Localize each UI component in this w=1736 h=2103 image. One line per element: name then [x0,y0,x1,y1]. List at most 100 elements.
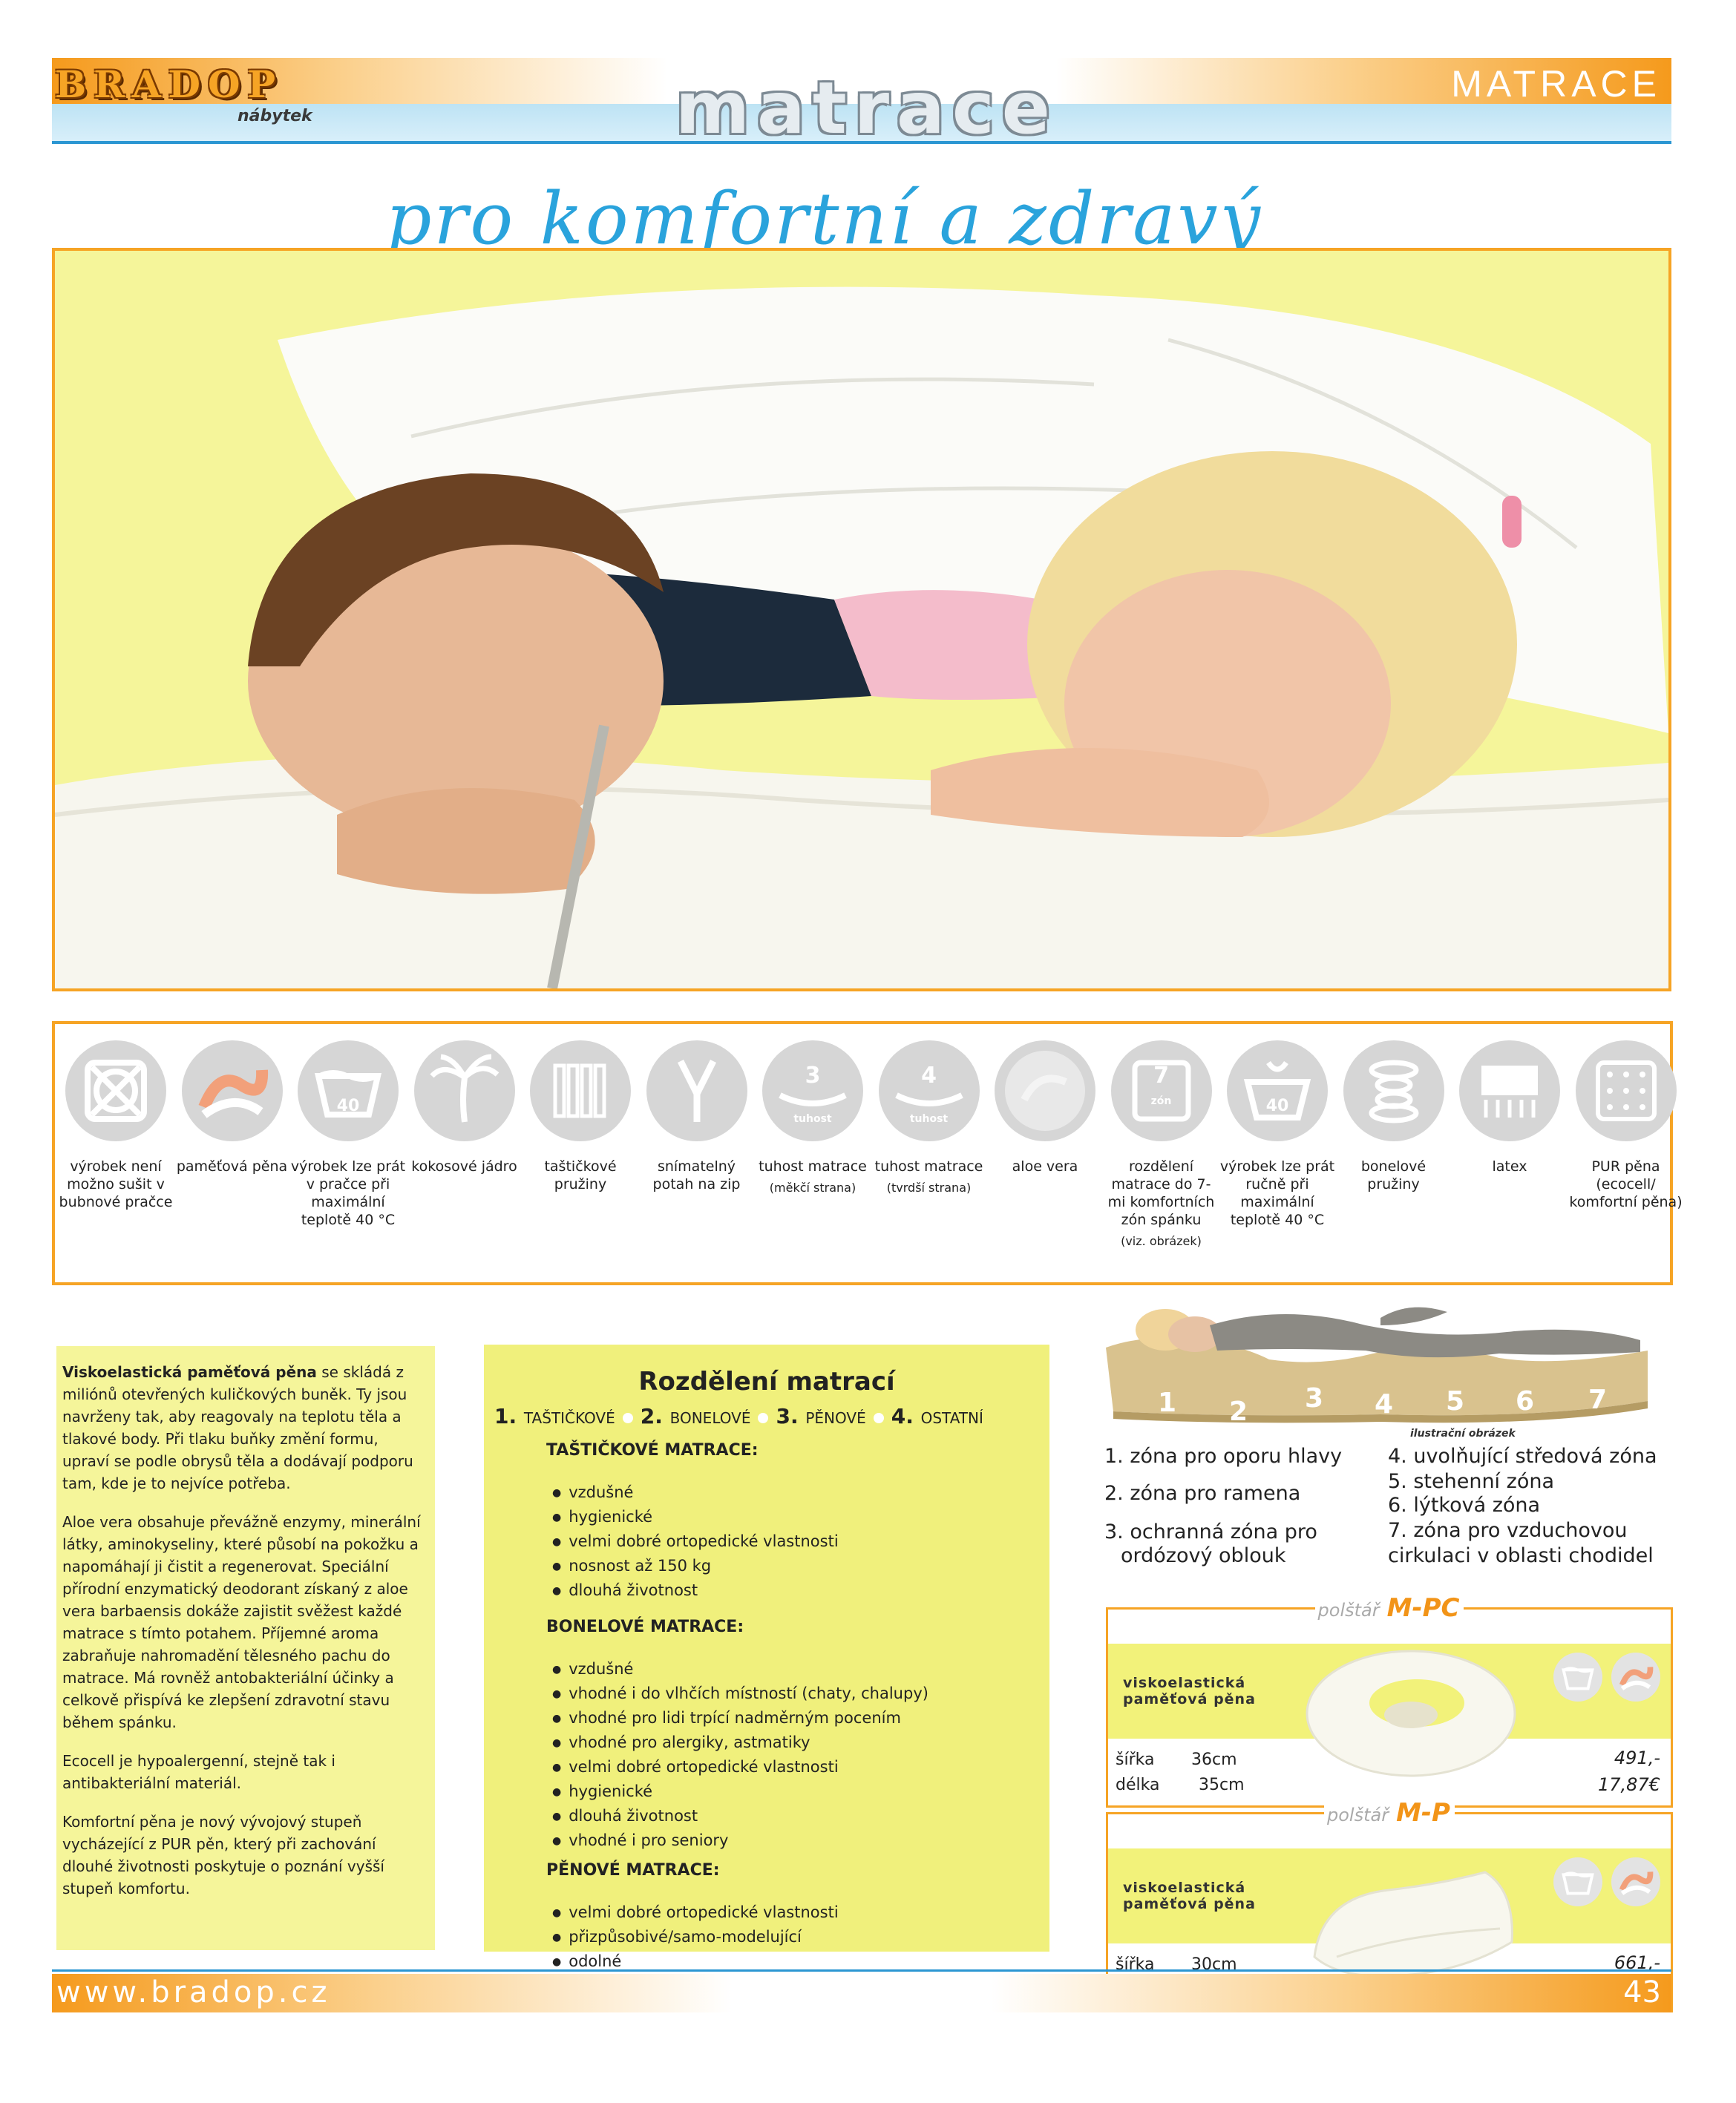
mattress-section-list: vzdušnévhodné i do vlhčích místností (ch… [552,1658,928,1854]
hand-wash-badge: 40 [1265,1097,1289,1115]
zone-description: ordózový oblouk [1121,1544,1286,1567]
pillow-price-eur: 17,87€ [1598,1774,1660,1795]
feature-label: aloe vera [1012,1158,1078,1175]
no-dryer-icon [65,1040,166,1141]
page-number: 43 [1623,1975,1661,2010]
feature-sublabel: (tvrdší strana) [886,1181,972,1195]
mattress-categories: 1. TAŠTIČKOVÉ 2. BONELOVÉ 3. PĚNOVÉ 4. OSTA… [494,1404,983,1428]
zones-7-badge: 7 [1153,1063,1169,1089]
feature-sublabel: (měkčí strana) [769,1181,856,1195]
zone-description: 6. lýtková zóna [1388,1494,1541,1517]
list-item: přizpůsobivé/samo-modelující [552,1926,839,1950]
category-name: BONELOVÉ [669,1409,751,1427]
category-name: OSTATNÍ [920,1409,983,1427]
category-separator [873,1413,884,1423]
feature-washable: 40 výrobek lze prát v pračce při maximáln… [290,1040,406,1229]
feature-zipper: snímatelný potah na zip [639,1040,755,1193]
feature-zones-7: 7 zón rozdělení matrace do 7-mi komfortníc… [1104,1040,1219,1250]
mattress-types-box: Rozdělení matrací 1. TAŠTIČKOVÉ 2. BONELO… [484,1345,1049,1995]
feature-pocket-springs: taštičkové pružiny [523,1040,638,1193]
zone-description: 7. zóna pro vzduchovou [1388,1519,1628,1542]
feature-memory-foam: paměťová pěna [174,1040,290,1175]
aloe-vera-icon [995,1040,1095,1141]
feature-label: výrobek není možno sušit v bubnové pračc… [59,1158,173,1210]
list-item: dlouhá životnost [552,1579,839,1604]
pillow-model: M-P [1392,1798,1455,1828]
list-item: velmi dobré ortopedické vlastnosti [552,1530,838,1555]
list-item: vhodné pro alergiky, astmatiky [552,1731,928,1756]
zone-description: 1. zóna pro oporu hlavy [1104,1445,1343,1468]
comfort-foam-paragraph: Komfortní pěna je nový vývojový stupeň v… [62,1813,384,1897]
bonnell-springs-icon [1343,1040,1444,1141]
zones-7-badge-sub: zón [1150,1095,1172,1107]
brand-logo-subtitle: nábytek [238,107,312,125]
hero-photo [52,248,1671,991]
pillow-model: M-PC [1382,1593,1464,1623]
memory-foam-text: se skládá z miliónů otevřených kuličkový… [62,1363,413,1492]
feature-latex: latex [1452,1040,1568,1175]
feature-palm-tree: kokosové jádro [407,1040,523,1175]
zone-number: 5 [1446,1386,1465,1417]
pur-foam-icon [1575,1040,1677,1141]
feature-no-dryer: výrobek není možno sušit v bubnové pračc… [58,1040,174,1211]
softness-4-badge: 4 [921,1063,937,1089]
pocket-springs-icon [530,1040,631,1141]
pillow-width-label: šířka [1116,1751,1155,1769]
zone-number: 1 [1158,1388,1177,1418]
category-name: TAŠTIČKOVÉ [523,1409,615,1427]
aloe-vera-paragraph: Aloe vera obsahuje převážně enzymy, mine… [62,1513,421,1731]
feature-pur-foam: PUR pěna (ecocell/ komfortní pěna) [1568,1040,1684,1211]
website-url[interactable]: www.bradop.cz [56,1975,331,2010]
zone-description: 3. ochranná zóna pro [1104,1520,1317,1543]
mattress-zones-illustration: 1 2 3 4 5 6 7 [1098,1296,1658,1427]
list-item: hygienické [552,1780,928,1805]
softness-4-icon: 4 tuhost [878,1040,980,1141]
softness-3-badge-sub: tuhost [793,1113,832,1125]
list-item: vzdušné [552,1481,839,1506]
zone-number: 7 [1588,1385,1608,1415]
category-separator [758,1413,769,1423]
memory-foam-icon [1611,1653,1660,1702]
palm-tree-icon [413,1040,515,1141]
mattress-section-heading: TAŠTIČKOVÉ MATRACE: [546,1441,759,1460]
page-big-title: matrace [675,67,1058,150]
mattress-section-heading: BONELOVÉ MATRACE: [546,1618,744,1636]
mattress-types-title: Rozdělení matrací [638,1367,895,1397]
feature-softness-4: 4 tuhost tuhost matrace (tvrdší strana) [871,1040,987,1196]
page-footer: www.bradop.cz 43 [52,1969,1671,2012]
feature-label: výrobek lze prát v pračce při maximální … [290,1158,406,1228]
memory-foam-paragraph: Viskoelastická paměťová pěna se skládá z… [56,1361,435,1495]
latex-icon [1459,1040,1560,1141]
pillow-card-m-pc[interactable]: polštář M-PC viskoelastická paměťová pěna ší… [1106,1593,1673,1808]
zone-number: 3 [1305,1383,1324,1414]
pillow-length-value: 35cm [1199,1776,1245,1794]
pillow-title: polštář M-PC [1108,1593,1671,1623]
feature-softness-3: 3 tuhost tuhost matrace (měkčí strana) [755,1040,871,1196]
softness-4-badge-sub: tuhost [909,1113,949,1125]
softness-3-icon: 3 tuhost [762,1040,863,1141]
zone-number: 6 [1516,1386,1535,1417]
pillow-word: polštář [1324,1805,1392,1825]
list-item: hygienické [552,1506,839,1530]
category-separator [622,1413,633,1423]
feature-label: latex [1492,1158,1527,1175]
list-item: dlouhá životnost [552,1805,928,1829]
hero-illustration [55,251,1668,988]
materials-description: Viskoelastická paměťová pěna se skládá z… [56,1346,435,1950]
washable-icon [1553,1857,1602,1906]
pillow-word: polštář [1314,1600,1383,1621]
zone-description: 5. stehenní zóna [1388,1470,1554,1493]
mattress-section-list: vzdušnéhygienickévelmi dobré ortopedické… [552,1481,839,1604]
category-number: 3. [776,1404,806,1428]
pillow-material: viskoelastická paměťová pěna [1123,1675,1256,1707]
page-header: BRADOP nábytek matrace MATRACE [52,58,1671,144]
feature-aloe-vera: aloe vera [987,1040,1103,1175]
feature-label: PUR pěna (ecocell/ komfortní pěna) [1569,1158,1683,1210]
softness-3-badge: 3 [805,1063,821,1089]
memory-foam-icon [181,1040,283,1141]
pillow-length-label: délka [1116,1776,1160,1794]
list-item: vhodné pro lidi trpící nadměrným pocením [552,1707,928,1731]
feature-label: kokosové jádro [411,1158,517,1175]
feature-hand-wash: 40 výrobek lze prát ručně při maximální t… [1219,1040,1335,1229]
memory-foam-icon [1611,1857,1660,1906]
